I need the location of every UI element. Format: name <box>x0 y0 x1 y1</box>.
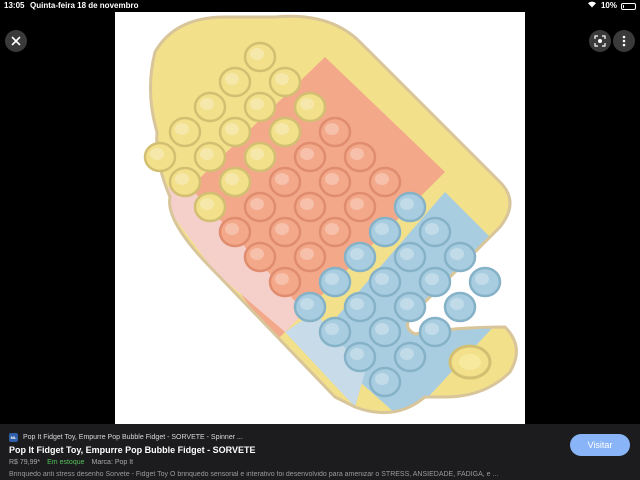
stock-status: Em estoque <box>47 459 85 466</box>
bubble-highlight <box>275 223 289 235</box>
bubble-highlight <box>425 323 439 335</box>
bubble-highlight <box>350 348 364 360</box>
more-vert-icon <box>622 35 626 47</box>
bubble-highlight <box>450 248 464 260</box>
result-info-panel: ML Pop It Fidget Toy, Empurre Pop Bubble… <box>0 424 640 480</box>
lens-icon <box>594 35 606 47</box>
bubble-highlight <box>250 248 264 260</box>
bubble-highlight <box>325 273 339 285</box>
battery-icon <box>621 2 636 10</box>
price: R$ 79,99* <box>9 459 41 466</box>
bubble-highlight <box>225 73 239 85</box>
close-icon <box>11 36 21 46</box>
bubble-highlight <box>350 248 364 260</box>
status-bar: 13:05 Quinta-feira 18 de novembro 10% <box>0 0 640 12</box>
bubble-highlight <box>400 248 414 260</box>
bubble-highlight <box>400 348 414 360</box>
lens-button[interactable] <box>589 30 611 52</box>
bubble-highlight <box>350 148 364 160</box>
bubble-highlight <box>400 298 414 310</box>
bubble-highlight <box>350 298 364 310</box>
bubble-highlight <box>225 223 239 235</box>
status-indicators: 10% <box>587 0 636 12</box>
source-row[interactable]: ML Pop It Fidget Toy, Empurre Pop Bubble… <box>9 433 243 442</box>
status-time: 13:05 <box>4 1 25 10</box>
image-viewer <box>0 12 640 424</box>
result-meta: R$ 79,99* Em estoque Marca: Pop It <box>9 459 133 466</box>
wifi-icon <box>587 0 597 12</box>
bubble-highlight <box>275 273 289 285</box>
bubble-highlight <box>275 173 289 185</box>
bubble-highlight <box>375 173 389 185</box>
bubble-highlight <box>250 148 264 160</box>
bubble-highlight <box>225 173 239 185</box>
bubble-highlight <box>375 323 389 335</box>
bubble-highlight <box>325 173 339 185</box>
bubble-highlight <box>150 148 164 160</box>
bubble-highlight <box>200 148 214 160</box>
bubble-highlight <box>175 123 189 135</box>
status-date: Quinta-feira 18 de novembro <box>30 1 139 10</box>
bubble-highlight <box>325 323 339 335</box>
bubble-highlight <box>400 198 414 210</box>
bubble-highlight <box>300 248 314 260</box>
visit-button[interactable]: Visitar <box>570 434 630 456</box>
bubble-highlight <box>450 298 464 310</box>
bubble-highlight <box>275 123 289 135</box>
bubble-highlight <box>200 198 214 210</box>
brand: Marca: Pop It <box>91 459 134 466</box>
bubble-highlight <box>425 223 439 235</box>
bubble-highlight <box>275 73 289 85</box>
bubble-highlight <box>300 148 314 160</box>
bubble-highlight <box>475 273 489 285</box>
bubble-highlight <box>375 273 389 285</box>
battery-percent: 10% <box>600 1 617 10</box>
close-button[interactable] <box>5 30 27 52</box>
result-description: Brinquedo anti stress desenho Sorvete - … <box>9 471 499 478</box>
bubble-highlight <box>375 373 389 385</box>
source-text: Pop It Fidget Toy, Empurre Pop Bubble Fi… <box>23 434 243 441</box>
result-title[interactable]: Pop It Fidget Toy, Empurre Pop Bubble Fi… <box>9 445 256 455</box>
bubble-highlight <box>225 123 239 135</box>
bubble-highlight <box>250 98 264 110</box>
bubble-highlight <box>175 173 189 185</box>
bubble-highlight <box>250 48 264 60</box>
bubble-highlight <box>325 223 339 235</box>
bubble-highlight <box>325 123 339 135</box>
bubble-highlight <box>200 98 214 110</box>
bubble-highlight <box>425 273 439 285</box>
bubble-highlight <box>350 198 364 210</box>
bubble-highlight <box>250 198 264 210</box>
battery-level <box>623 4 624 8</box>
bubble-highlight <box>300 298 314 310</box>
bubble-highlight <box>300 98 314 110</box>
bubble-highlight <box>300 198 314 210</box>
popit-illustration <box>143 14 518 415</box>
site-favicon-icon: ML <box>9 433 18 442</box>
product-image[interactable] <box>115 12 525 424</box>
bubble-highlight <box>375 223 389 235</box>
more-options-button[interactable] <box>613 30 635 52</box>
